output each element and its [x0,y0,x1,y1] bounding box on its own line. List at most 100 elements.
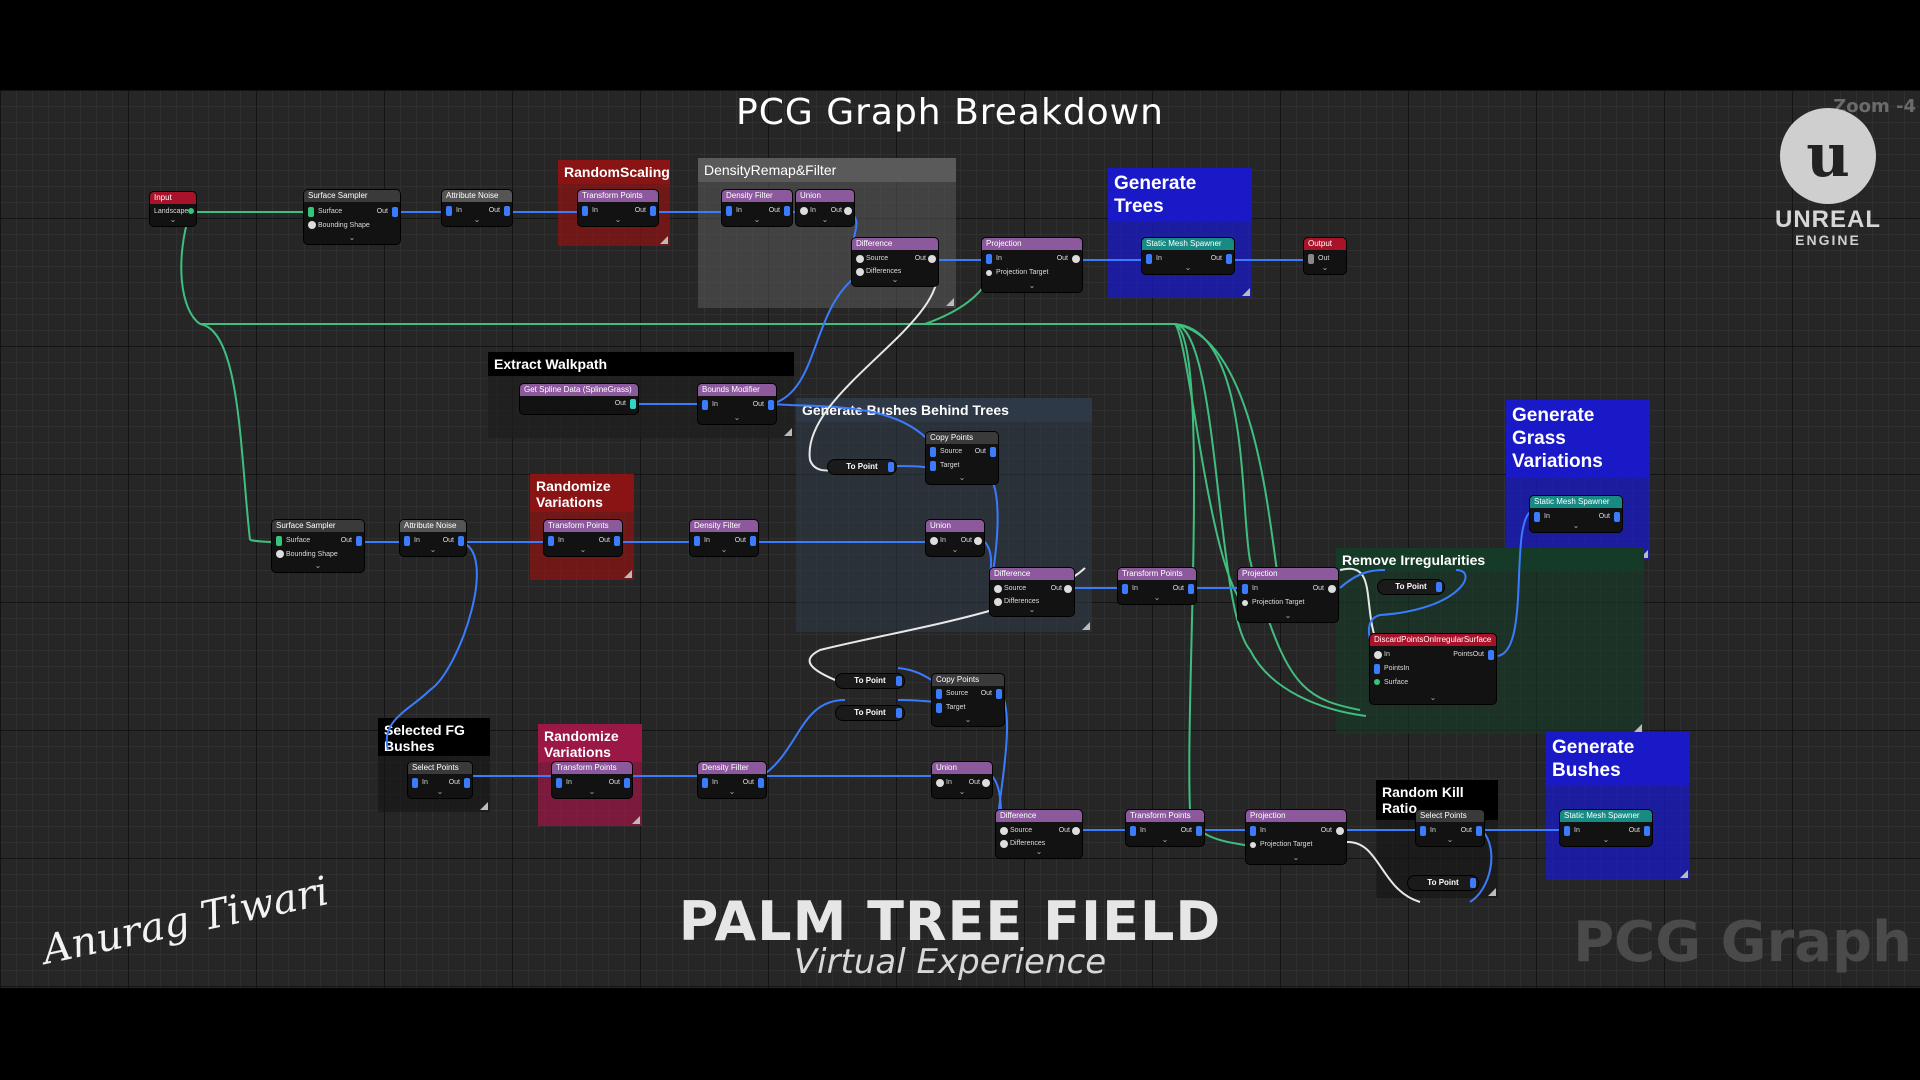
pin-out[interactable] [1072,827,1080,835]
chevron-down-icon[interactable]: ⌄ [996,847,1082,856]
chevron-down-icon[interactable]: ⌄ [304,233,400,242]
pin-in[interactable] [702,400,708,410]
chevron-down-icon[interactable]: ⌄ [926,545,984,554]
chevron-down-icon[interactable]: ⌄ [1246,853,1346,862]
pin-bounding-shape[interactable] [308,221,316,229]
resize-handle[interactable] [1634,724,1642,732]
pin-in[interactable] [986,254,992,264]
node-projection-1[interactable]: Projection In Out Projection Target ⌄ [982,238,1082,292]
node-difference-2[interactable]: Difference Source Out Differences ⌄ [990,568,1074,616]
chevron-down-icon[interactable]: ⌄ [690,545,758,554]
node-transform-points-2[interactable]: Transform Points In Out ⌄ [544,520,622,556]
node-difference-3[interactable]: Difference Source Out Differences ⌄ [996,810,1082,858]
chevron-down-icon[interactable]: ⌄ [932,787,992,796]
pcg-graph-canvas[interactable]: RandomScaling DensityRemap&Filter Genera… [0,90,1920,988]
chevron-down-icon[interactable]: ⌄ [926,473,998,482]
pin-out[interactable] [1064,585,1072,593]
pin-surface[interactable] [1374,679,1380,685]
pin-in[interactable] [1242,584,1248,594]
pin-out[interactable] [1328,585,1336,593]
node-static-mesh-spawner-2[interactable]: Static Mesh Spawner In Out ⌄ [1530,496,1622,532]
chevron-down-icon[interactable]: ⌄ [990,605,1074,614]
node-static-mesh-spawner-1[interactable]: Static Mesh Spawner In Out ⌄ [1142,238,1234,274]
node-get-spline-data[interactable]: Get Spline Data (SplineGrass) Out [520,384,638,414]
node-surface-sampler-1[interactable]: Surface Sampler Surface Out Bounding Sha… [304,190,400,244]
node-attribute-noise-1[interactable]: Attribute Noise In Out ⌄ [442,190,512,226]
chevron-down-icon[interactable]: ⌄ [578,215,658,224]
pin-out[interactable] [974,537,982,545]
resize-handle[interactable] [946,298,954,306]
comment-generate-trees[interactable]: Generate Trees [1108,168,1252,298]
pin-source[interactable] [1000,827,1008,835]
chevron-down-icon[interactable]: ⌄ [1126,835,1204,844]
chevron-down-icon[interactable]: ⌄ [852,275,938,284]
node-to-point-4[interactable]: To Point [836,706,904,720]
chevron-down-icon[interactable]: ⌄ [400,545,466,554]
chevron-down-icon[interactable]: ⌄ [408,787,472,796]
chevron-down-icon[interactable]: ⌄ [1142,263,1234,272]
node-static-mesh-spawner-3[interactable]: Static Mesh Spawner In Out ⌄ [1560,810,1652,846]
node-projection-2[interactable]: Projection In Out Projection Target ⌄ [1238,568,1338,622]
chevron-down-icon[interactable]: ⌄ [1118,593,1196,602]
pin-points-in[interactable] [1374,664,1380,674]
node-surface-sampler-2[interactable]: Surface Sampler Surface Out Bounding Sha… [272,520,364,572]
chevron-down-icon[interactable]: ⌄ [1238,611,1338,620]
pin-projection-target[interactable] [986,270,992,276]
pin-out[interactable] [1336,827,1344,835]
resize-handle[interactable] [480,802,488,810]
pin-in[interactable] [930,537,938,545]
pin-in[interactable] [1250,826,1256,836]
pin-out[interactable] [982,779,990,787]
node-input[interactable]: Input Landscape ⌄ [150,192,196,226]
pin-out[interactable] [1072,255,1080,263]
pin-bounding-shape[interactable] [276,550,284,558]
resize-handle[interactable] [1242,288,1250,296]
node-to-point-1[interactable]: To Point [828,460,896,474]
comment-generate-bushes[interactable]: Generate Bushes [1546,732,1690,880]
pin-out[interactable] [888,462,894,472]
pin-out[interactable] [896,708,902,718]
pin-projection-target[interactable] [1242,600,1248,606]
pin-in[interactable] [800,207,808,215]
pin-points-out[interactable] [1488,650,1494,660]
node-discard-points[interactable]: DiscardPointsOnIrregularSurface In Point… [1370,634,1496,704]
pin-surface[interactable] [308,207,314,217]
node-to-point-5[interactable]: To Point [1408,876,1478,890]
node-density-filter-1[interactable]: Density Filter In Out ⌄ [722,190,792,226]
chevron-down-icon[interactable]: ⌄ [932,715,1004,724]
chevron-down-icon[interactable]: ⌄ [722,215,792,224]
chevron-down-icon[interactable]: ⌄ [698,787,766,796]
node-union-3[interactable]: Union In Out ⌄ [932,762,992,798]
pin-in[interactable] [936,779,944,787]
pin-source[interactable] [856,255,864,263]
resize-handle[interactable] [1680,870,1688,878]
node-transform-points-5[interactable]: Transform Points In Out ⌄ [1126,810,1204,846]
resize-handle[interactable] [624,570,632,578]
chevron-down-icon[interactable]: ⌄ [1304,263,1346,272]
pin-source[interactable] [930,447,936,457]
comment-generate-grass[interactable]: Generate Grass Variations [1506,400,1650,560]
pin-out[interactable] [356,536,362,546]
pin-out[interactable] [1436,582,1442,592]
pin-source[interactable] [994,585,1002,593]
resize-handle[interactable] [784,428,792,436]
chevron-down-icon[interactable]: ⌄ [796,215,854,224]
node-density-filter-2[interactable]: Density Filter In Out ⌄ [690,520,758,556]
node-attribute-noise-2[interactable]: Attribute Noise In Out ⌄ [400,520,466,556]
node-copy-points-2[interactable]: Copy Points Source Out Target ⌄ [932,674,1004,726]
node-bounds-modifier[interactable]: Bounds Modifier In Out ⌄ [698,384,776,424]
resize-handle[interactable] [660,236,668,244]
pin-out[interactable] [990,447,996,457]
node-output[interactable]: Output Out ⌄ [1304,238,1346,274]
pin-source[interactable] [936,689,942,699]
pin-out[interactable] [896,676,902,686]
node-union-2[interactable]: Union In Out ⌄ [926,520,984,556]
chevron-down-icon[interactable]: ⌄ [698,413,776,422]
node-to-point-3[interactable]: To Point [836,674,904,688]
pin-target[interactable] [930,461,936,471]
pin-in[interactable] [1374,651,1382,659]
node-projection-3[interactable]: Projection In Out Projection Target ⌄ [1246,810,1346,864]
chevron-down-icon[interactable]: ⌄ [1416,835,1484,844]
pin-out[interactable] [1470,878,1476,888]
pin-out[interactable] [630,399,636,409]
